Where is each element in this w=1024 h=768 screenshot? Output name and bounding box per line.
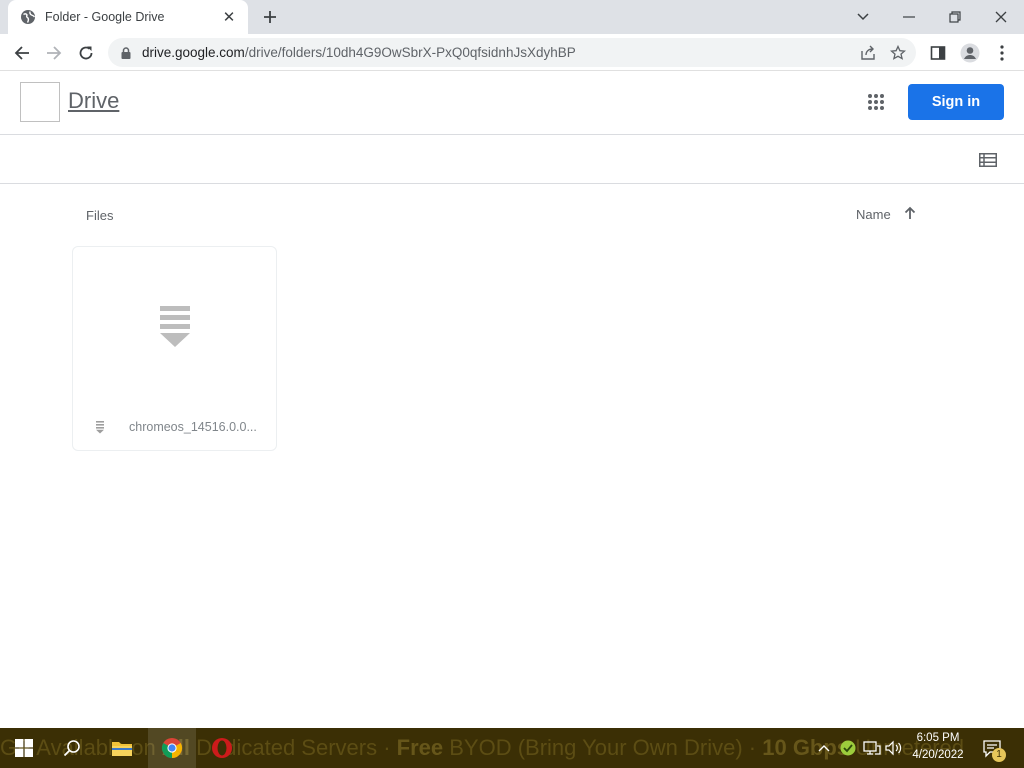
sort-ascending-icon[interactable] (901, 203, 919, 223)
url-text[interactable]: drive.google.com/drive/folders/10dh4G9Ow… (142, 45, 854, 60)
side-panel-icon (930, 46, 946, 60)
drive-app-name[interactable]: Drive (68, 88, 119, 114)
new-tab-button[interactable] (258, 5, 282, 29)
clock-time: 6:05 PM (916, 732, 960, 744)
file-explorer-button[interactable] (98, 728, 146, 768)
url-path: /drive/folders/10dh4G9OwSbrX-PxQ0qfsidnh… (244, 45, 576, 60)
windows-logo-icon (15, 739, 33, 757)
lock-icon (119, 46, 133, 60)
restore-icon (949, 11, 961, 23)
notification-count-badge: 1 (992, 748, 1006, 762)
minimize-button[interactable] (886, 0, 932, 34)
ticker-text-4: Free (396, 735, 444, 760)
share-icon[interactable] (854, 39, 882, 67)
address-bar[interactable]: drive.google.com/drive/folders/10dh4G9Ow… (108, 38, 916, 67)
profile-button[interactable] (956, 39, 984, 67)
browser-toolbar: drive.google.com/drive/folders/10dh4G9Ow… (0, 34, 1024, 71)
opera-icon (212, 738, 232, 758)
side-panel-button[interactable] (924, 39, 952, 67)
more-vertical-icon (1000, 45, 1004, 61)
browser-menu-button[interactable] (988, 39, 1016, 67)
chrome-taskbar-button[interactable] (148, 728, 196, 768)
archive-icon (160, 306, 190, 347)
sort-by-name-button[interactable]: Name (856, 207, 891, 222)
file-card[interactable]: chromeos_14516.0.0... (72, 246, 277, 451)
profile-icon (960, 43, 980, 63)
plus-icon (264, 11, 276, 23)
files-section-label: Files (86, 208, 114, 223)
search-icon (63, 740, 80, 757)
ticker-text-6: 10 Gbps (762, 735, 850, 760)
archive-type-icon (96, 421, 104, 434)
apps-grid-icon (868, 94, 884, 110)
arrow-left-icon (14, 46, 29, 60)
file-card-footer: chromeos_14516.0.0... (73, 415, 278, 439)
forward-button[interactable] (40, 39, 68, 67)
reload-button[interactable] (72, 39, 100, 67)
show-hidden-icons-button[interactable] (814, 738, 834, 758)
drive-subbar (0, 135, 1024, 184)
bookmark-star-icon[interactable] (884, 39, 912, 67)
search-button[interactable] (48, 728, 96, 768)
globe-icon (20, 9, 36, 25)
url-host: drive.google.com (142, 45, 245, 60)
opera-taskbar-button[interactable] (198, 728, 246, 768)
drive-header: Drive Sign in (0, 71, 1024, 135)
windows-taskbar: GP Available on All Dedicated Servers · … (0, 728, 1024, 768)
browser-tabstrip: Folder - Google Drive ✕ (0, 0, 1024, 34)
drive-logo-broken-image[interactable] (20, 82, 60, 122)
file-name: chromeos_14516.0.0... (129, 420, 257, 434)
chrome-icon (161, 738, 183, 759)
google-apps-button[interactable] (862, 88, 890, 116)
back-button[interactable] (8, 39, 36, 67)
volume-tray-icon[interactable] (884, 738, 904, 758)
tab-search-button[interactable] (840, 0, 886, 34)
network-tray-icon[interactable] (862, 738, 882, 758)
minimize-icon (903, 16, 915, 18)
list-view-button[interactable] (974, 147, 1002, 173)
security-tray-icon[interactable] (838, 738, 858, 758)
arrow-right-icon (47, 46, 62, 60)
clock-date: 4/20/2022 (912, 749, 964, 761)
restore-button[interactable] (932, 0, 978, 34)
folder-icon (112, 742, 132, 756)
notification-center-button[interactable]: 1 (980, 736, 1008, 762)
chevron-up-icon (818, 745, 830, 752)
ticker-text-5: BYOD (Bring Your Own Drive) · (443, 735, 763, 760)
close-window-button[interactable] (978, 0, 1024, 34)
taskbar-clock[interactable]: 6:05 PM 4/20/2022 (906, 730, 970, 766)
browser-tab[interactable]: Folder - Google Drive ✕ (8, 0, 248, 34)
sign-in-button[interactable]: Sign in (908, 84, 1004, 120)
close-icon (995, 11, 1007, 23)
start-button[interactable] (0, 728, 48, 768)
tab-close-icon[interactable]: ✕ (220, 8, 238, 26)
list-view-icon (979, 153, 997, 167)
tab-title: Folder - Google Drive (45, 10, 165, 24)
chevron-down-icon (857, 13, 869, 21)
reload-icon (79, 46, 93, 60)
